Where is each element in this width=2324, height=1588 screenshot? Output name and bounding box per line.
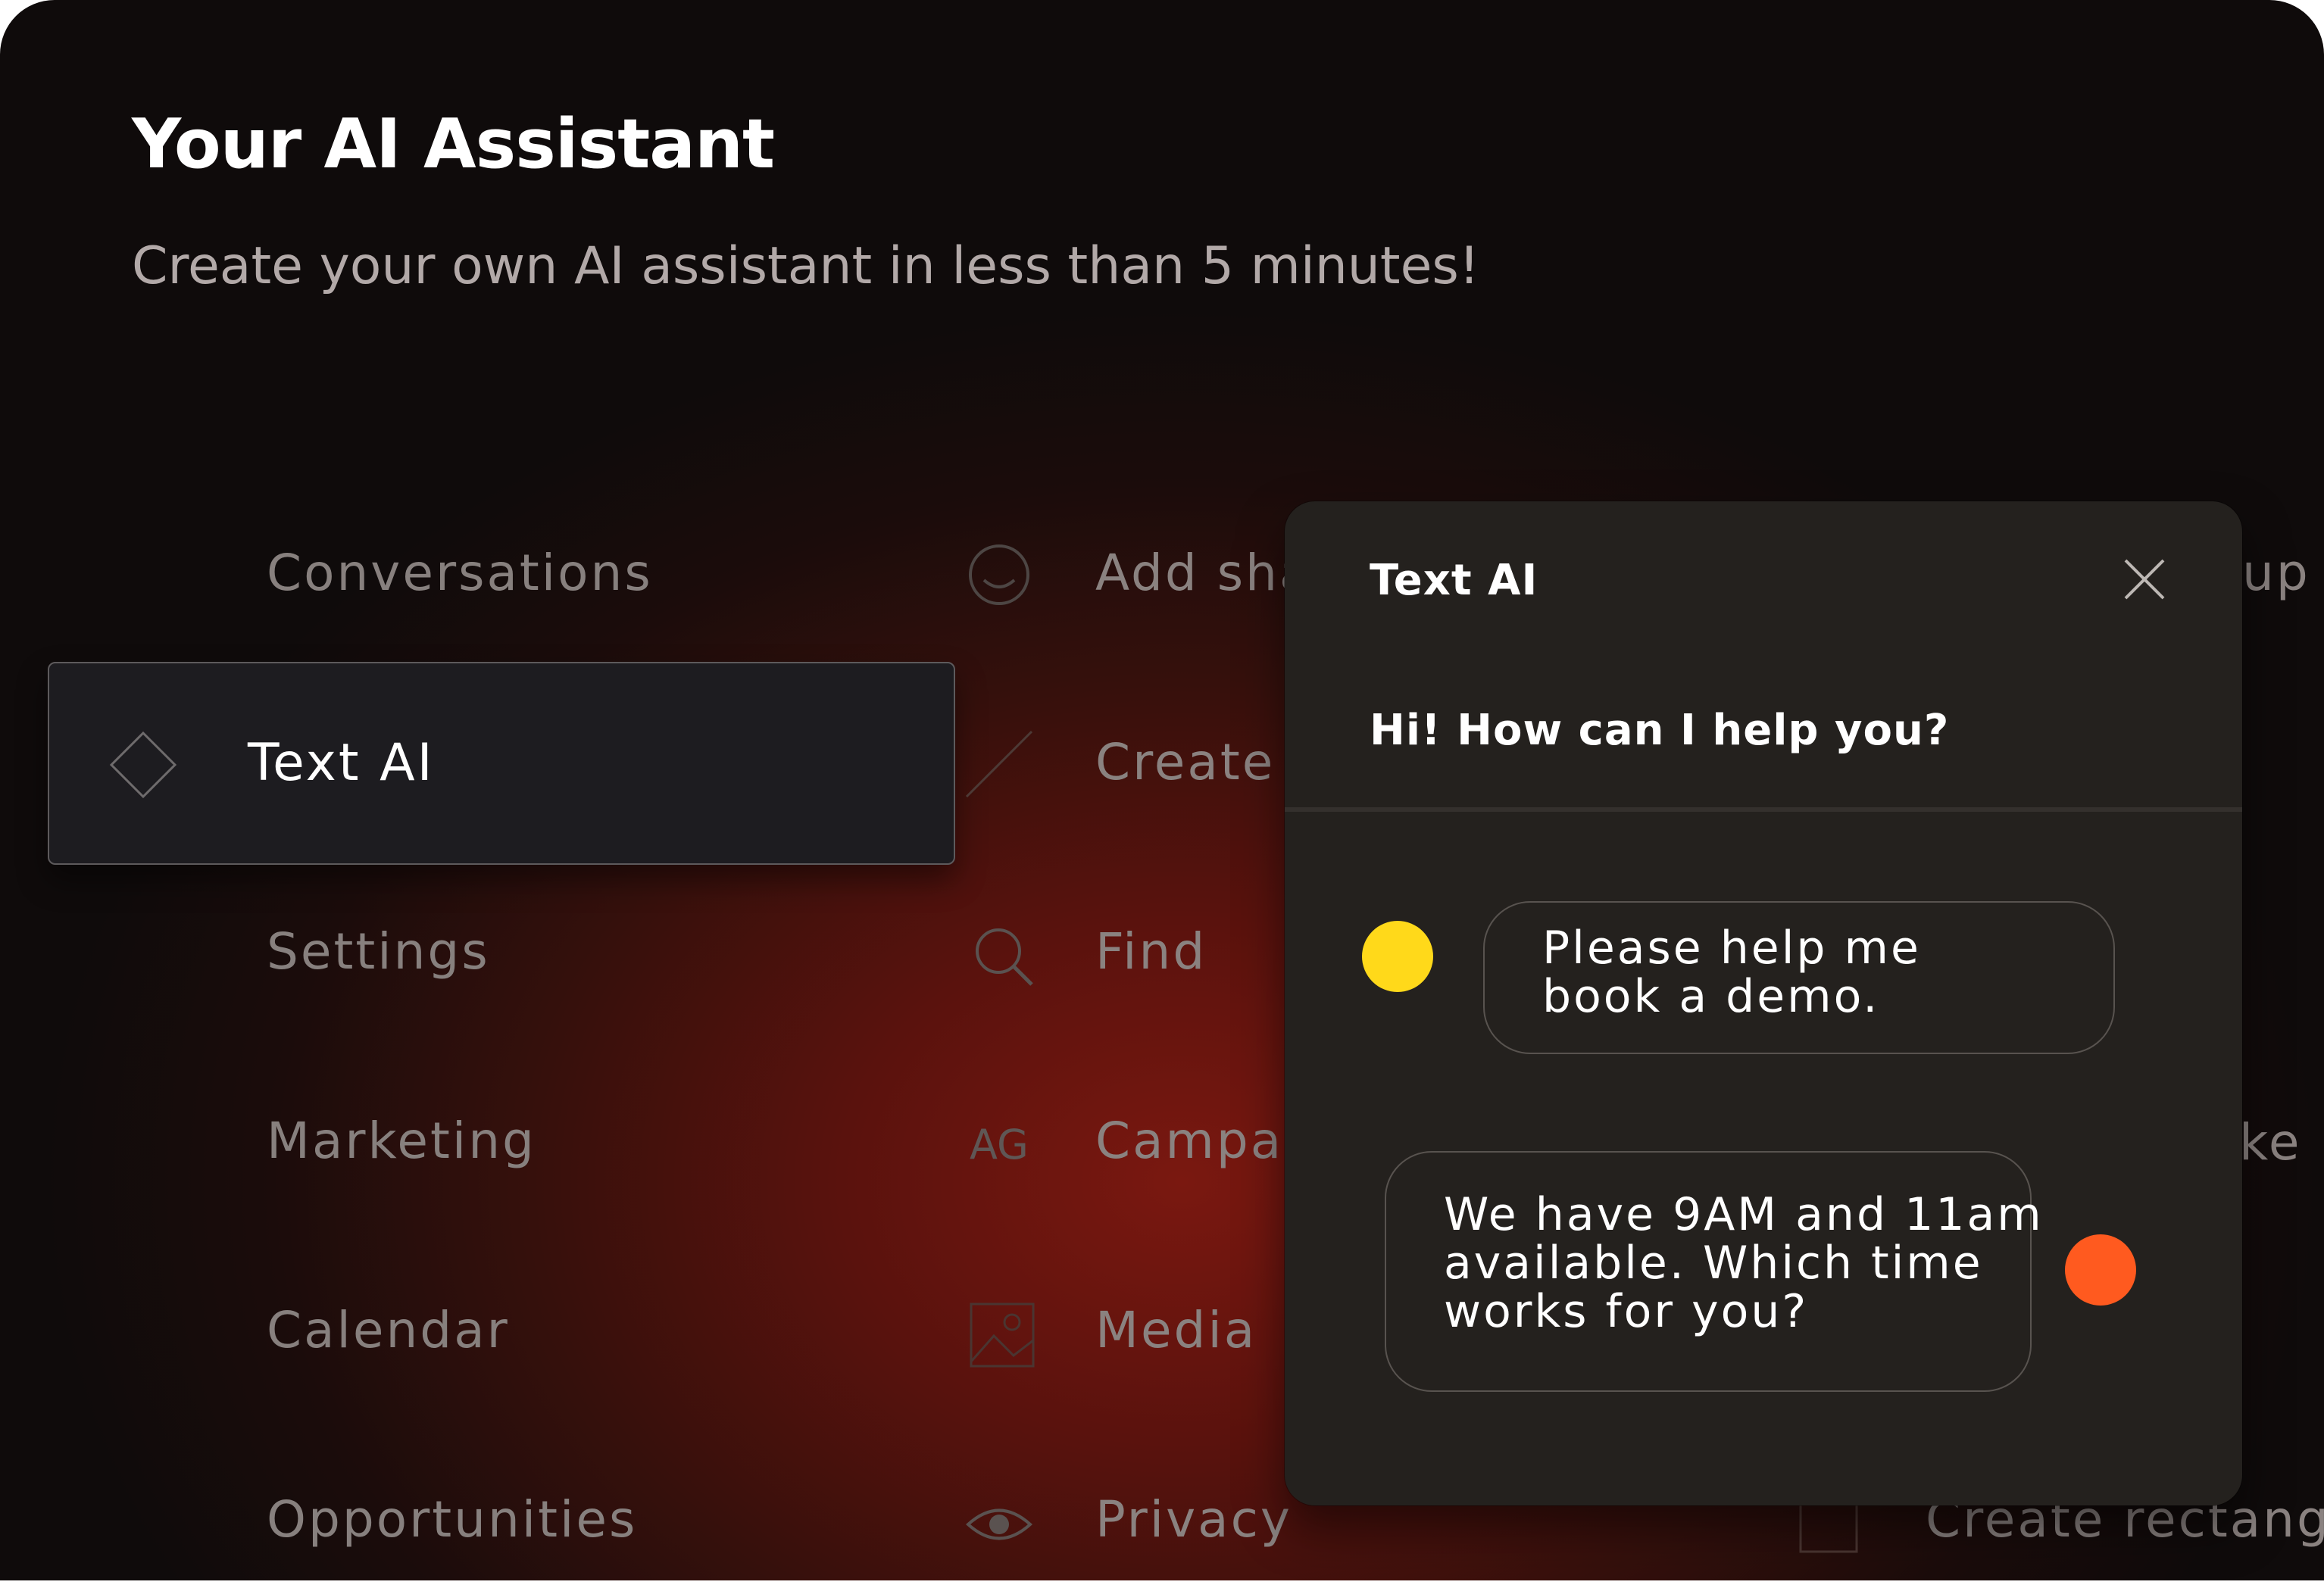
- assistant-message-line: We have 9AM and 11am: [1444, 1188, 2044, 1241]
- menu-item-calendar[interactable]: Calendar: [267, 1301, 510, 1359]
- action-create[interactable]: Create: [1095, 733, 1275, 791]
- menu-item-marketing[interactable]: Marketing: [267, 1112, 536, 1170]
- assistant-avatar: [2065, 1234, 2136, 1306]
- menu-item-conversations[interactable]: Conversations: [267, 544, 653, 602]
- background-peek-middle: ke: [2239, 1113, 2302, 1172]
- image-icon: [970, 1303, 1035, 1368]
- action-add-shape[interactable]: Add sha: [1095, 544, 1312, 602]
- user-message-line: Please help me: [1542, 922, 1921, 975]
- slash-line-icon: [965, 730, 1033, 798]
- chat-title: Text AI: [1370, 556, 1538, 605]
- menu-item-opportunities[interactable]: Opportunities: [267, 1490, 637, 1549]
- app-canvas: Your AI Assistant Create your own AI ass…: [0, 0, 2324, 1580]
- menu-item-text-ai-selected[interactable]: Text AI: [48, 662, 955, 865]
- chat-divider: [1285, 807, 2242, 812]
- user-message-bubble: Please help me book a demo.: [1483, 901, 2115, 1054]
- ag-text-icon: AG: [970, 1121, 1029, 1168]
- user-message-line: book a demo.: [1542, 970, 1880, 1023]
- circle-smile-icon: [969, 544, 1029, 605]
- menu-item-text-ai-label: Text AI: [248, 733, 435, 793]
- assistant-message-line: available. Which time: [1444, 1237, 1983, 1290]
- user-avatar: [1362, 921, 1433, 992]
- close-icon[interactable]: [2118, 553, 2171, 606]
- action-media[interactable]: Media: [1095, 1301, 1257, 1359]
- background-peek-top: up: [2242, 544, 2310, 602]
- search-icon: [976, 928, 1033, 986]
- assistant-message-line: works for you?: [1444, 1285, 1809, 1338]
- action-privacy[interactable]: Privacy: [1095, 1490, 1292, 1549]
- chat-panel: Text AI Hi! How can I help you? Please h…: [1285, 501, 2242, 1505]
- page-subtitle: Create your own AI assistant in less tha…: [132, 236, 1480, 296]
- chat-greeting: Hi! How can I help you?: [1370, 706, 1950, 755]
- diamond-icon: [109, 731, 177, 799]
- eye-icon: [966, 1508, 1032, 1540]
- menu-item-settings[interactable]: Settings: [267, 922, 490, 981]
- page-title: Your AI Assistant: [132, 105, 775, 184]
- action-find[interactable]: Find: [1095, 922, 1207, 981]
- assistant-message-bubble: We have 9AM and 11am available. Which ti…: [1385, 1151, 2044, 1392]
